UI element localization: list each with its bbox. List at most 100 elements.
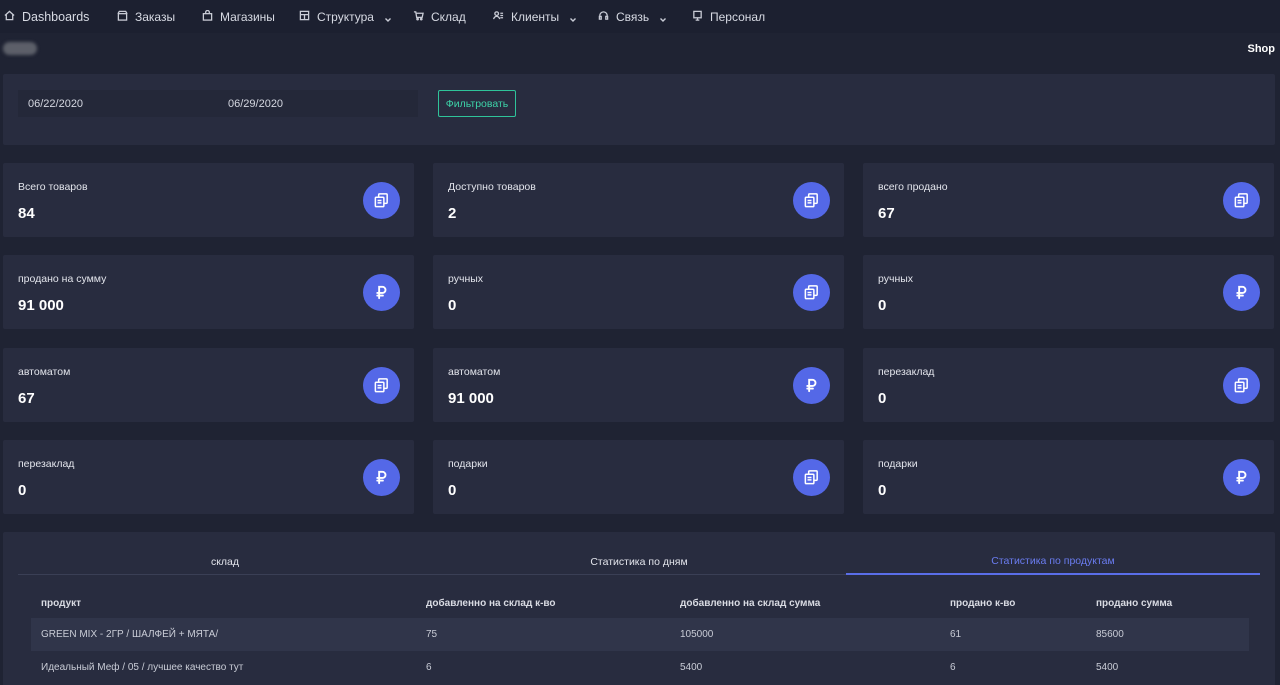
cell-sold-qty: 61 [950,629,962,640]
nav-item-communication[interactable]: Связь [598,0,667,33]
cell-added-sum: 5400 [680,662,703,673]
column-header-added-qty: добавленно на склад к-во [426,597,556,609]
copy-icon [793,182,830,219]
stat-label: перезаклад [18,458,75,470]
column-header-product: продукт [41,597,82,609]
stat-card: перезаклад 0 [3,440,414,514]
ruble-icon [793,367,830,404]
stat-card: автоматом 91 000 [433,348,844,422]
nav-item-orders[interactable]: Заказы [117,0,175,33]
headset-icon [598,10,609,24]
column-header-sold-qty: продано к-во [950,597,1016,609]
tab-bar: склад Статистика по дням Статистика по п… [18,549,1260,575]
nav-item-staff[interactable]: Персонал [692,0,765,33]
ruble-icon [363,274,400,311]
copy-icon [363,367,400,404]
table-row: GREEN MIX - 2ГР / ШАЛФЕЙ + МЯТА/ 75 1050… [31,618,1249,651]
stat-label: Всего товаров [18,181,88,193]
cell-sold-sum: 85600 [1096,629,1124,640]
cell-product: Идеальный Меф / 05 / лучшее качество тут [41,662,244,673]
stat-label: Доступно товаров [448,181,536,193]
stat-card: подарки 0 [433,440,844,514]
chevron-down-icon [384,13,392,22]
nav-item-structure[interactable]: Структура [299,0,392,33]
stat-value: 91 000 [448,390,494,407]
stat-value: 0 [448,482,457,499]
stat-value: 67 [878,205,895,222]
cell-added-qty: 6 [426,662,432,673]
nav-item-dashboards[interactable]: Dashboards [4,0,89,33]
copy-icon [793,274,830,311]
users-icon [493,10,504,24]
tab-stats-by-product[interactable]: Статистика по продуктам [846,549,1260,575]
stat-label: подарки [878,458,918,470]
stat-value: 0 [448,297,457,314]
ruble-icon [1223,459,1260,496]
nav-item-clients[interactable]: Клиенты [493,0,577,33]
column-header-added-sum: добавленно на склад сумма [680,597,821,609]
stat-value: 91 000 [18,297,64,314]
copy-icon [1223,367,1260,404]
stat-card: перезаклад 0 [863,348,1274,422]
shop-label[interactable]: Shop [1248,43,1276,55]
table-row: Идеальный Меф / 05 / лучшее качество тут… [31,651,1249,684]
stat-card: всего продано 67 [863,163,1274,237]
stat-value: 84 [18,205,35,222]
filter-panel: 06/22/2020 06/29/2020 Фильтровать [3,74,1275,145]
product-stats-table: продукт добавленно на склад к-во добавле… [31,588,1249,684]
avatar[interactable] [3,42,37,55]
stat-label: подарки [448,458,488,470]
nav-label: Структура [317,9,374,24]
stat-label: всего продано [878,181,948,193]
copy-icon [363,182,400,219]
cell-added-sum: 105000 [680,629,714,640]
nav-label: Магазины [220,9,275,24]
grid-icon [299,10,310,24]
nav-label: Клиенты [511,9,560,24]
ruble-icon [363,459,400,496]
stat-value: 0 [878,297,887,314]
nav-label: Связь [616,9,650,24]
stat-label: ручных [878,273,914,285]
stat-label: автоматом [18,366,71,378]
stat-card: Доступно товаров 2 [433,163,844,237]
stat-card: продано на сумму 91 000 [3,255,414,329]
stat-card: ручных 0 [863,255,1274,329]
stat-value: 0 [878,390,887,407]
date-from-input[interactable]: 06/22/2020 [18,90,218,117]
bag-icon [202,9,213,24]
store-icon [117,10,128,24]
badge-icon [692,10,703,24]
ruble-icon [1223,274,1260,311]
nav-label: Персонал [710,9,766,24]
stat-value: 67 [18,390,35,407]
stat-label: автоматом [448,366,501,378]
stat-value: 0 [878,482,887,499]
nav-item-shops[interactable]: Магазины [202,0,275,33]
cell-sold-sum: 5400 [1096,662,1119,673]
stat-label: ручных [448,273,484,285]
home-icon [4,10,15,24]
copy-icon [1223,182,1260,219]
table-header-row: продукт добавленно на склад к-во добавле… [31,588,1249,618]
stat-card: Всего товаров 84 [3,163,414,237]
copy-icon [793,459,830,496]
stat-label: перезаклад [878,366,935,378]
chevron-down-icon [569,13,577,22]
nav-label: Заказы [135,9,176,24]
stat-label: продано на сумму [18,273,107,285]
cell-added-qty: 75 [426,629,438,640]
tab-warehouse[interactable]: склад [18,549,432,575]
filter-button[interactable]: Фильтровать [438,90,516,117]
nav-label: Склад [431,9,466,24]
cell-product: GREEN MIX - 2ГР / ШАЛФЕЙ + МЯТА/ [41,629,219,640]
date-to-input[interactable]: 06/29/2020 [218,90,418,117]
cell-sold-qty: 6 [950,662,956,673]
tab-stats-by-day[interactable]: Статистика по дням [432,549,846,575]
cart-icon [413,10,424,24]
nav-item-warehouse[interactable]: Склад [413,0,466,33]
nav-label: Dashboards [22,9,90,24]
chevron-down-icon [659,13,667,22]
stat-card: автоматом 67 [3,348,414,422]
stats-panel: склад Статистика по дням Статистика по п… [3,532,1275,685]
